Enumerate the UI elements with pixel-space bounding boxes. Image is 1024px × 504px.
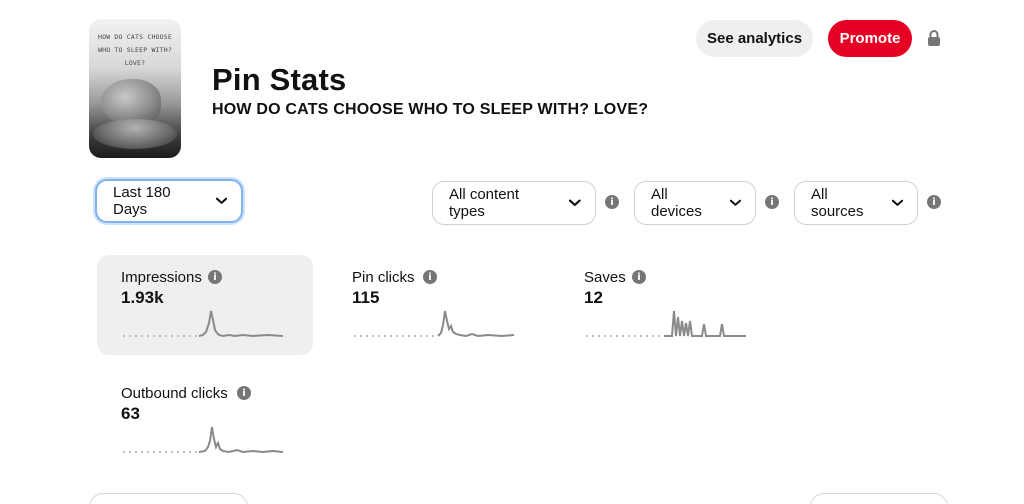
- chevron-down-icon: [730, 199, 741, 206]
- date-range-select[interactable]: Last 180 Days: [95, 179, 243, 223]
- devices-info-icon[interactable]: i: [765, 195, 779, 209]
- saves-sparkline: [586, 310, 746, 337]
- thumbnail-caption: HOW DO CATS CHOOSE WHO TO SLEEP WITH? LO…: [97, 33, 173, 67]
- promote-button[interactable]: Promote: [828, 20, 912, 57]
- metric-card-pin-clicks[interactable]: Pin clicks i 115: [328, 255, 544, 355]
- impressions-sparkline: [123, 310, 284, 338]
- content-type-info-icon[interactable]: i: [605, 195, 619, 209]
- sources-value: All sources: [811, 186, 864, 220]
- metric-label: Pin clicks: [352, 269, 415, 286]
- bottom-left-control[interactable]: [89, 493, 248, 504]
- page-title: Pin Stats: [212, 62, 347, 97]
- chevron-down-icon: [215, 197, 227, 204]
- sources-select[interactable]: All sources: [794, 181, 918, 225]
- metric-card-saves[interactable]: Saves i 12: [560, 255, 776, 355]
- info-icon[interactable]: i: [423, 270, 437, 284]
- devices-value: All devices: [651, 186, 702, 220]
- date-range-value: Last 180 Days: [113, 184, 171, 218]
- sources-info-icon[interactable]: i: [927, 195, 941, 209]
- pin-thumbnail[interactable]: HOW DO CATS CHOOSE WHO TO SLEEP WITH? LO…: [89, 19, 181, 158]
- metric-card-impressions[interactable]: Impressions i 1.93k: [97, 255, 313, 355]
- metric-label: Outbound clicks: [121, 385, 228, 402]
- metric-label: Saves: [584, 269, 626, 286]
- metric-card-outbound-clicks[interactable]: Outbound clicks i 63: [97, 371, 313, 471]
- hand-image: [93, 119, 177, 149]
- see-analytics-button[interactable]: See analytics: [696, 20, 813, 57]
- lock-icon[interactable]: [927, 30, 941, 46]
- pin-clicks-sparkline: [354, 310, 515, 338]
- content-type-select[interactable]: All content types: [432, 181, 596, 225]
- metric-label: Impressions: [121, 269, 202, 286]
- info-icon[interactable]: i: [237, 386, 251, 400]
- devices-select[interactable]: All devices: [634, 181, 756, 225]
- outbound-clicks-sparkline: [123, 426, 284, 454]
- chevron-down-icon: [569, 199, 581, 206]
- info-icon[interactable]: i: [632, 270, 646, 284]
- info-icon[interactable]: i: [208, 270, 222, 284]
- pin-title: HOW DO CATS CHOOSE WHO TO SLEEP WITH? LO…: [212, 101, 649, 118]
- bottom-right-control[interactable]: [810, 493, 948, 504]
- chevron-down-icon: [892, 199, 903, 206]
- content-type-value: All content types: [449, 186, 520, 220]
